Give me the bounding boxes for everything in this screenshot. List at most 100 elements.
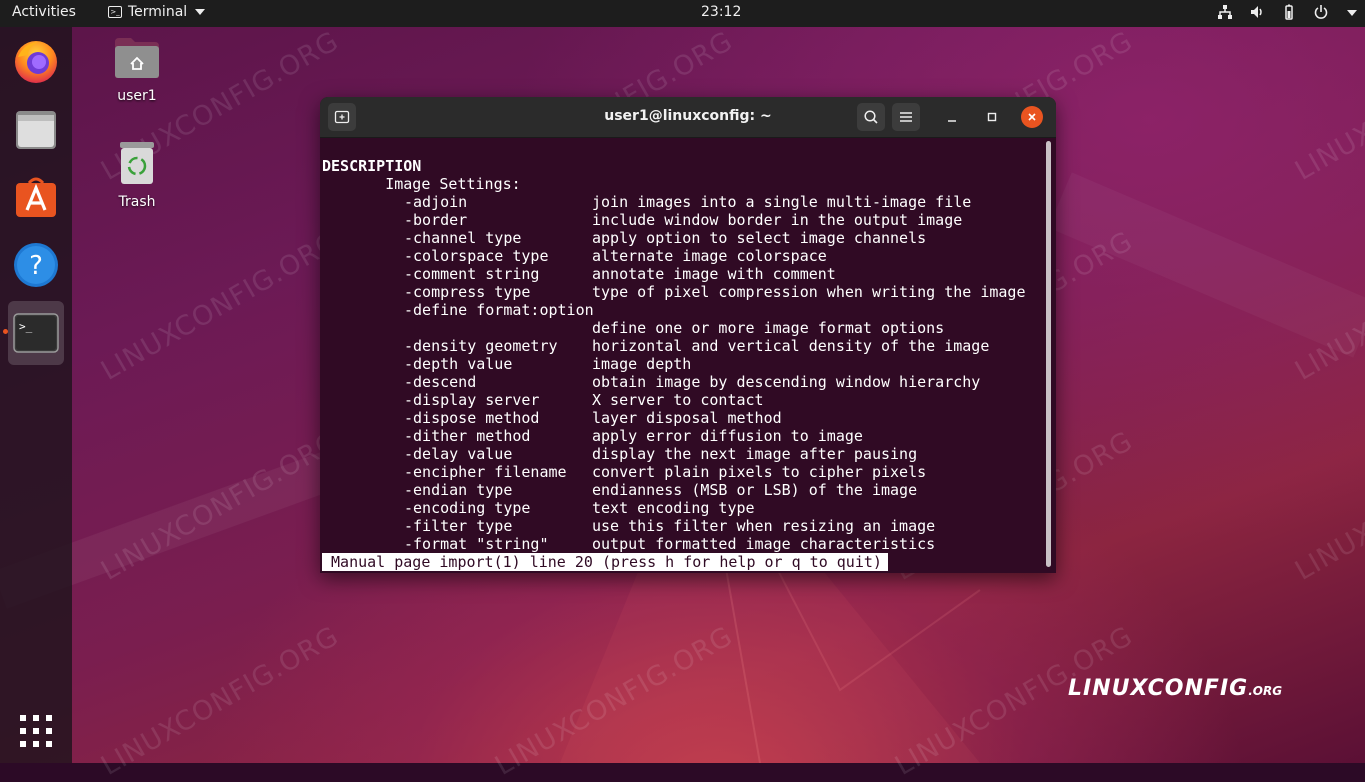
option-flag: -dispose method [404, 409, 540, 427]
option-description: X server to contact [592, 391, 764, 409]
man-option-row: -adjoin join images into a single multi-i… [322, 193, 1042, 211]
option-flag: -border [404, 211, 468, 229]
terminal-glyph: >_ [19, 320, 33, 333]
man-subsection-heading: Image Settings: [322, 175, 521, 193]
logo-suffix: .ORG [1248, 684, 1283, 698]
dock-item-terminal[interactable]: >_ [8, 301, 64, 365]
option-description: define one or more image format options [592, 319, 945, 337]
desktop-icon-label: Trash [118, 194, 156, 210]
man-option-row: -descend obtain image by descending windo… [322, 373, 1042, 391]
option-flag: -encoding type [404, 499, 531, 517]
option-flag: -display server [404, 391, 540, 409]
maximize-icon [987, 112, 997, 122]
option-description: apply option to select image channels [592, 229, 927, 247]
terminal-output[interactable]: DESCRIPTION Image Settings: -adjoin join … [322, 157, 1042, 569]
running-indicator [3, 329, 8, 334]
dock-item-files[interactable] [8, 101, 64, 157]
software-icon [16, 177, 56, 217]
option-flag: -encipher filename [404, 463, 567, 481]
battery-icon [1285, 4, 1293, 20]
close-button[interactable] [1021, 106, 1043, 128]
hamburger-menu-icon [900, 112, 912, 122]
chevron-down-icon [195, 9, 206, 15]
files-icon [16, 111, 56, 149]
man-option-row: -delay value display the next image after… [322, 445, 1042, 463]
power-icon [1314, 5, 1328, 19]
man-option-row: -channel type apply option to select imag… [322, 229, 1042, 247]
option-description: obtain image by descending window hierar… [592, 373, 981, 391]
new-tab-button[interactable] [328, 103, 356, 131]
new-tab-icon [334, 110, 350, 124]
option-flag: -colorspace type [404, 247, 549, 265]
man-option-row: -encoding type text encoding type [322, 499, 1042, 517]
desktop-icon-label: user1 [117, 88, 157, 104]
linuxconfig-logo: LINUXCONFIG.ORG [1068, 676, 1282, 701]
man-option-row: define one or more image format options [322, 319, 1042, 337]
scrollbar[interactable] [1044, 141, 1052, 569]
terminal-icon: >_ [108, 6, 122, 18]
terminal-header-bar[interactable]: user1@linuxconfig: ~ [320, 97, 1056, 138]
option-description: alternate image colorspace [592, 247, 827, 265]
option-flag: -descend [404, 373, 477, 391]
maximize-button[interactable] [982, 107, 1002, 127]
app-menu-label: Terminal [128, 4, 188, 20]
option-flag: -filter type [404, 517, 513, 535]
desktop-icon-home[interactable]: user1 [97, 36, 177, 104]
man-option-row: -comment string annotate image with comme… [322, 265, 1042, 283]
activities-button[interactable]: Activities [12, 4, 76, 20]
help-icon: ? [14, 243, 58, 287]
top-bar: Activities >_ Terminal 23:12 [0, 0, 1365, 27]
dock-item-ubuntu-software[interactable] [8, 169, 64, 225]
dock-item-show-applications[interactable] [8, 703, 64, 759]
clock[interactable]: 23:12 [701, 4, 741, 20]
option-flag: -dither method [404, 427, 531, 445]
terminal-window[interactable]: user1@linuxconfig: ~ DESCRIPTION Image S… [320, 97, 1056, 573]
option-description: display the next image after pausing [592, 445, 918, 463]
option-flag: -density geometry [404, 337, 558, 355]
speaker-icon [1251, 6, 1262, 18]
man-option-row: -dispose method layer disposal method [322, 409, 1042, 427]
firefox-icon [15, 41, 57, 83]
man-option-row: -dither method apply error diffusion to i… [322, 427, 1042, 445]
man-option-row: -depth value image depth [322, 355, 1042, 373]
help-glyph: ? [29, 251, 43, 281]
option-flag: -depth value [404, 355, 513, 373]
option-description: text encoding type [592, 499, 755, 517]
option-description: apply error diffusion to image [592, 427, 863, 445]
system-tray[interactable] [1217, 4, 1357, 20]
minimize-icon [948, 120, 956, 122]
terminal-icon: >_ [13, 313, 59, 353]
man-option-row: -filter type use this filter when resizin… [322, 517, 1042, 535]
man-option-row: -define format:option [322, 301, 1042, 319]
option-description: join images into a single multi-image fi… [592, 193, 972, 211]
man-option-row: -encipher filename convert plain pixels t… [322, 463, 1042, 481]
app-menu[interactable]: >_ Terminal [108, 4, 206, 20]
man-option-row: -density geometry horizontal and vertical… [322, 337, 1042, 355]
menu-button[interactable] [892, 103, 920, 131]
option-description: endianness (MSB or LSB) of the image [592, 481, 918, 499]
dock-item-firefox[interactable] [8, 33, 64, 89]
search-icon [864, 110, 878, 124]
option-description: layer disposal method [592, 409, 782, 427]
option-flag: -adjoin [404, 193, 468, 211]
option-description: annotate image with comment [592, 265, 836, 283]
logo-main: LINUXCONFIG [1068, 676, 1249, 701]
option-description: convert plain pixels to cipher pixels [592, 463, 927, 481]
option-description: include window border in the output imag… [592, 211, 963, 229]
home-folder-icon [115, 38, 159, 78]
option-description: use this filter when resizing an image [592, 517, 936, 535]
option-flag: -comment string [404, 265, 540, 283]
dock-item-help[interactable]: ? [8, 237, 64, 293]
option-flag: -channel type [404, 229, 522, 247]
search-button[interactable] [857, 103, 885, 131]
desktop-icon-trash[interactable]: Trash [97, 140, 177, 210]
option-description: type of pixel compression when writing t… [592, 283, 1026, 301]
option-description: horizontal and vertical density of the i… [592, 337, 990, 355]
pager-status-line: Manual page import(1) line 20 (press h f… [322, 553, 888, 571]
option-flag: -delay value [404, 445, 513, 463]
scrollbar-thumb[interactable] [1046, 141, 1051, 567]
option-flag: -compress type [404, 283, 531, 301]
app-grid-icon [20, 715, 52, 747]
minimize-button[interactable] [942, 107, 962, 127]
option-flag: -format "string" [404, 535, 549, 553]
